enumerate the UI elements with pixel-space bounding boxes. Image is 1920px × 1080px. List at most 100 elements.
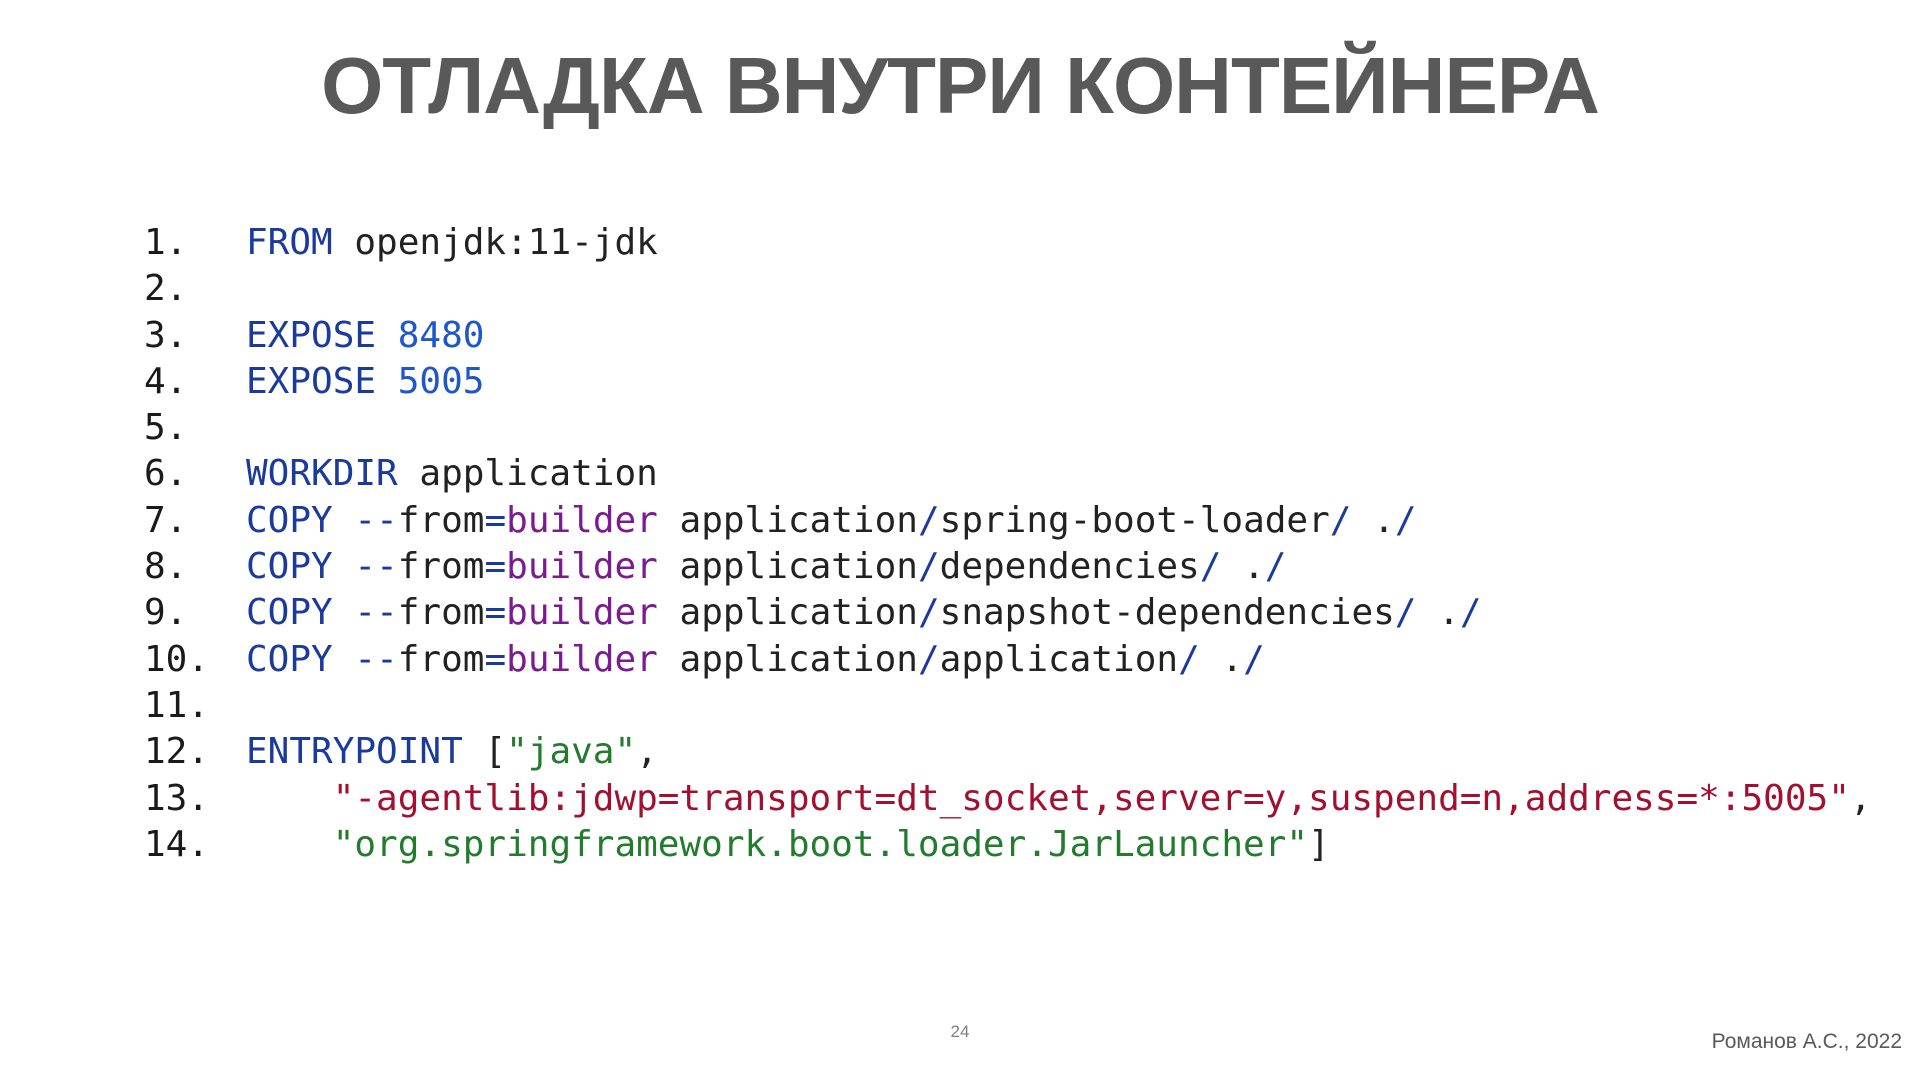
code-line: 1. FROM openjdk:11-jdk — [144, 220, 1872, 266]
code-token: 5005 — [397, 360, 485, 402]
line-number: 9. — [144, 592, 188, 634]
code-token: / — [1329, 499, 1352, 541]
code-token: / — [917, 546, 940, 588]
code-token: COPY — [246, 546, 333, 588]
line-number: 7. — [144, 499, 188, 541]
code-token: ] — [1308, 823, 1330, 865]
author-credit: Романов А.С., 2022 — [1711, 1030, 1902, 1053]
code-token: EXPOSE — [246, 314, 377, 356]
slide-title: ОТЛАДКА ВНУТРИ КОНТЕЙНЕРА — [321, 41, 1600, 130]
code-token: builder — [506, 546, 658, 588]
line-number: 13. — [144, 777, 210, 819]
code-token: -- — [354, 546, 398, 588]
code-token: builder — [506, 638, 658, 680]
code-token: ENTRYPOINT — [246, 731, 463, 773]
code-token: 8480 — [397, 314, 485, 356]
code-token: / — [1394, 499, 1417, 541]
code-token: / — [917, 592, 940, 634]
line-number: 1. — [144, 222, 188, 263]
line-number: 5. — [144, 407, 188, 449]
code-block: 1. FROM openjdk:11-jdk 2. 3. EXPOSE 8480 4. EX… — [144, 220, 1872, 868]
code-line: 14. "org.springframework.boot.loader.Jar… — [144, 822, 1872, 868]
code-token: openjdk:11-jdk — [332, 222, 658, 263]
code-token: = — [484, 546, 507, 588]
code-token: from — [397, 638, 485, 680]
code-token: , — [636, 731, 658, 773]
code-token: "org.springframework.boot.loader.JarLaun… — [332, 823, 1309, 865]
code-token: [ — [462, 731, 507, 773]
code-token: -- — [354, 638, 398, 680]
code-token: application — [657, 546, 918, 588]
code-token: COPY — [246, 592, 333, 634]
code-token: from — [397, 499, 485, 541]
code-token: / — [1264, 546, 1287, 588]
code-token: -- — [354, 499, 398, 541]
code-token: . — [1416, 592, 1460, 634]
code-token: / — [1459, 592, 1482, 634]
code-token: builder — [506, 592, 658, 634]
slide: ОТЛАДКА ВНУТРИ КОНТЕЙНЕРА 1. FROM openjdk… — [0, 0, 1920, 1080]
code-line: 2. — [144, 266, 1872, 312]
code-token: / — [917, 499, 940, 541]
code-token: application — [657, 592, 918, 634]
code-token: application — [657, 499, 918, 541]
line-number: 2. — [144, 268, 188, 310]
code-line: 5. — [144, 405, 1872, 451]
code-line: 11. — [144, 683, 1872, 729]
code-line: 3. EXPOSE 8480 — [144, 313, 1872, 359]
line-number: 10. — [144, 638, 210, 680]
code-token: application — [939, 638, 1179, 680]
code-token: = — [484, 592, 507, 634]
code-token: WORKDIR — [246, 453, 398, 495]
code-token: "-agentlib:jdwp=transport=dt_socket,serv… — [332, 777, 1850, 819]
code-token: application — [397, 453, 658, 495]
line-number: 6. — [144, 453, 188, 495]
code-line: 6. WORKDIR application — [144, 451, 1872, 497]
code-token: spring-boot-loader — [939, 499, 1330, 541]
code-token: COPY — [246, 638, 333, 680]
code-token: / — [1178, 638, 1200, 680]
code-line: 8. COPY --from=builder application/depend… — [144, 544, 1872, 590]
code-line: 13. "-agentlib:jdwp=transport=dt_socket,… — [144, 776, 1872, 822]
code-line: 7. COPY --from=builder application/spring… — [144, 498, 1872, 544]
code-token: , — [1849, 777, 1872, 819]
line-number: 12. — [144, 731, 210, 773]
line-number: 3. — [144, 314, 188, 356]
code-token: builder — [506, 499, 658, 541]
code-line: 10. COPY --from=builder application/appli… — [144, 637, 1872, 683]
page-number: 24 — [950, 1022, 970, 1041]
code-token: = — [484, 499, 507, 541]
code-token: / — [1394, 592, 1417, 634]
code-token: from — [397, 546, 485, 588]
code-token: snapshot-dependencies — [939, 592, 1395, 634]
code-token: / — [1243, 638, 1265, 680]
code-token: "java" — [506, 731, 637, 773]
code-line: 9. COPY --from=builder application/snapsh… — [144, 590, 1872, 636]
code-line: 4. EXPOSE 5005 — [144, 359, 1872, 405]
code-token: -- — [354, 592, 398, 634]
code-token: . — [1199, 638, 1244, 680]
code-token: / — [1199, 546, 1222, 588]
code-token: from — [397, 592, 485, 634]
line-number: 4. — [144, 360, 188, 402]
code-token: . — [1221, 546, 1265, 588]
code-token: FROM — [246, 222, 333, 263]
code-token: dependencies — [939, 546, 1200, 588]
code-token: application — [657, 638, 918, 680]
code-token: / — [917, 638, 940, 680]
code-token: . — [1351, 499, 1395, 541]
code-token: EXPOSE — [246, 360, 377, 402]
line-number: 8. — [144, 546, 188, 588]
code-token: COPY — [246, 499, 333, 541]
code-token: = — [484, 638, 507, 680]
line-number: 14. — [144, 823, 210, 865]
line-number: 11. — [144, 684, 210, 726]
